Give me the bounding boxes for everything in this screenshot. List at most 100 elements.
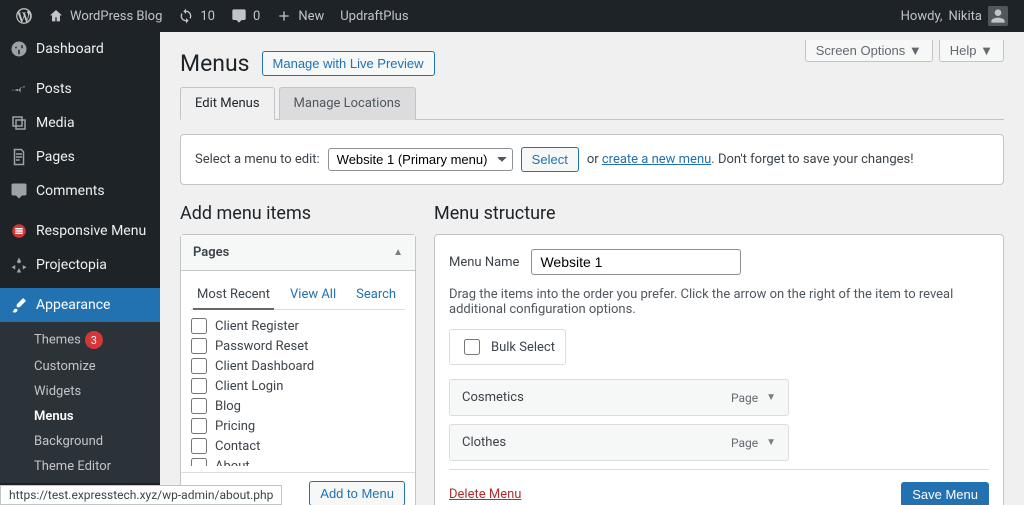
page-option[interactable]: Blog [191,396,405,416]
media-icon [10,114,28,132]
pages-box-toggle[interactable]: Pages ▲ [181,235,415,271]
wordpress-icon [16,8,32,24]
themes-badge: 3 [85,331,103,349]
add-items-heading: Add menu items [180,203,416,224]
menu-item[interactable]: Clothes Page▼ [449,424,789,461]
screen-options-button[interactable]: Screen Options ▼ [805,40,933,62]
tab-search[interactable]: Search [352,281,400,309]
sidebar-item-media[interactable]: Media [0,106,160,140]
tab-most-recent[interactable]: Most Recent [193,281,274,310]
site-name-label: WordPress Blog [70,9,162,24]
menu-item-title: Cosmetics [462,390,524,405]
page-checkbox[interactable] [191,458,207,466]
content-body: Screen Options ▼ Help ▼ Menus Manage wit… [160,32,1024,505]
bulk-select-checkbox[interactable] [464,339,480,355]
submenu-background[interactable]: Background [0,429,160,454]
my-account[interactable]: Howdy, Nikita [893,0,1016,32]
page-checkbox[interactable] [191,318,207,334]
top-actions: Screen Options ▼ Help ▼ [805,40,1004,62]
select-menu-label: Select a menu to edit: [195,152,320,167]
menu-settings-box: Menu Name Drag the items into the order … [434,234,1004,505]
sidebar-item-pages[interactable]: Pages [0,140,160,174]
menu-item[interactable]: Cosmetics Page▼ [449,379,789,416]
save-menu-button[interactable]: Save Menu [901,482,989,505]
page-checkbox[interactable] [191,418,207,434]
status-url: https://test.expresstech.xyz/wp-admin/ab… [0,485,282,505]
menu-structure-heading: Menu structure [434,203,1004,224]
pages-inner-tabs: Most Recent View All Search [191,281,405,310]
bulk-select-row[interactable]: Bulk Select [449,329,566,365]
admin-bar: WordPress Blog 10 0 New UpdraftPlus Howd… [0,0,1024,32]
home-icon [48,8,64,24]
new-label: New [298,9,324,24]
page-option[interactable]: Client Login [191,376,405,396]
tab-edit-menus[interactable]: Edit Menus [180,87,275,120]
projectopia-icon [10,256,28,274]
updraft-link[interactable]: UpdraftPlus [332,0,416,32]
page-option[interactable]: Password Reset [191,336,405,356]
sidebar-item-dashboard[interactable]: Dashboard [0,32,160,66]
page-icon [10,148,28,166]
updates-count: 10 [200,9,215,24]
page-checkbox[interactable] [191,358,207,374]
menu-icon [10,222,28,240]
menu-name-label: Menu Name [449,255,519,270]
comments[interactable]: 0 [223,0,268,32]
select-menu-bar: Select a menu to edit: Website 1 (Primar… [180,134,1004,185]
delete-menu-link[interactable]: Delete Menu [449,487,521,502]
page-option[interactable]: About [191,456,405,466]
dashboard-icon [10,40,28,58]
page-checkbox[interactable] [191,378,207,394]
sidebar-item-projectopia[interactable]: Projectopia [0,248,160,282]
page-checkbox[interactable] [191,438,207,454]
submenu-theme-editor[interactable]: Theme Editor [0,454,160,479]
page-checkbox[interactable] [191,398,207,414]
admin-sidebar: Dashboard Posts Media Pages Comments Res… [0,32,160,505]
menu-name-input[interactable] [531,249,741,275]
sidebar-item-posts[interactable]: Posts [0,72,160,106]
page-option[interactable]: Client Dashboard [191,356,405,376]
submenu-menus[interactable]: Menus [0,404,160,429]
caret-down-icon[interactable]: ▼ [766,392,776,403]
create-new-menu-link[interactable]: create a new menu [602,152,711,167]
select-button[interactable]: Select [521,147,579,172]
pages-postbox: Pages ▲ Most Recent View All Search Clie… [180,234,416,505]
update-icon [178,8,194,24]
plus-icon [276,8,292,24]
tab-manage-locations[interactable]: Manage Locations [279,87,416,120]
new-content[interactable]: New [268,0,332,32]
sidebar-item-comments[interactable]: Comments [0,174,160,208]
drag-help-text: Drag the items into the order you prefer… [449,287,989,317]
site-home[interactable]: WordPress Blog [40,0,170,32]
brush-icon [10,296,28,314]
appearance-submenu: Themes3 Customize Widgets Menus Backgrou… [0,322,160,483]
avatar-icon [988,6,1008,26]
submenu-widgets[interactable]: Widgets [0,379,160,404]
submenu-customize[interactable]: Customize [0,354,160,379]
comments-count: 0 [253,9,260,24]
tab-view-all[interactable]: View All [286,281,340,309]
triangle-up-icon: ▲ [393,247,403,258]
tabs: Edit Menus Manage Locations [180,87,1004,120]
sidebar-item-appearance[interactable]: Appearance [0,288,160,322]
pin-icon [10,80,28,98]
page-option[interactable]: Pricing [191,416,405,436]
add-to-menu-button[interactable]: Add to Menu [309,481,405,505]
submenu-themes[interactable]: Themes3 [0,326,160,354]
page-option[interactable]: Client Register [191,316,405,336]
comment-icon [231,8,247,24]
wp-logo[interactable] [8,0,40,32]
page-option[interactable]: Contact [191,436,405,456]
help-button[interactable]: Help ▼ [939,40,1004,62]
caret-down-icon[interactable]: ▼ [766,437,776,448]
sidebar-item-responsive-menu[interactable]: Responsive Menu [0,214,160,248]
pages-checklist[interactable]: Client Register Password Reset Client Da… [191,316,405,466]
updates[interactable]: 10 [170,0,223,32]
live-preview-button[interactable]: Manage with Live Preview [262,51,435,76]
menu-item-title: Clothes [462,435,506,450]
howdy-prefix: Howdy, [901,9,943,24]
user-name: Nikita [948,9,982,24]
comment-icon [10,182,28,200]
page-checkbox[interactable] [191,338,207,354]
menu-select[interactable]: Website 1 (Primary menu) [328,148,513,171]
